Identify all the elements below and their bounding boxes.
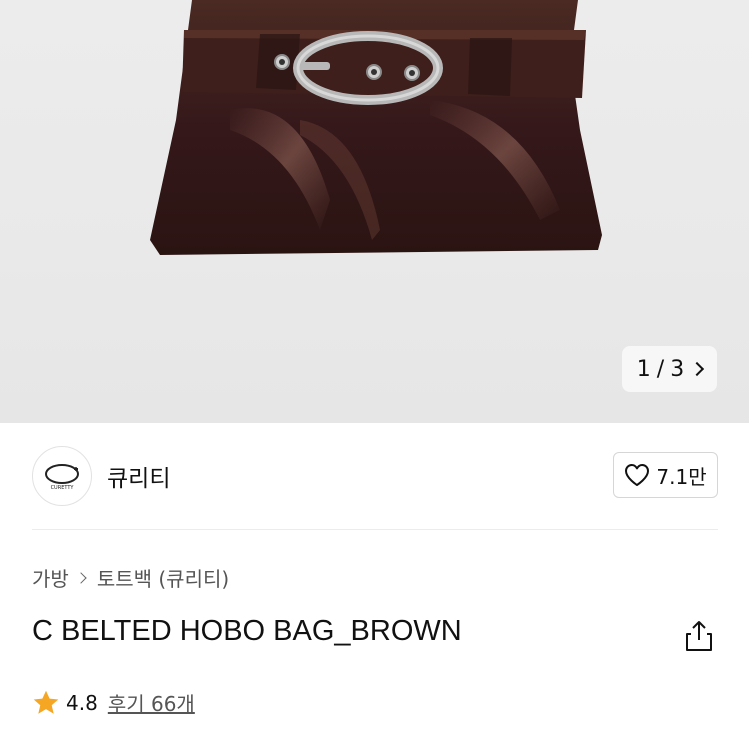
heart-icon — [625, 464, 650, 486]
breadcrumb: 가방 토트백 (큐리티) — [32, 563, 229, 592]
share-icon[interactable] — [684, 619, 714, 653]
image-pager[interactable]: 1 / 3 — [622, 346, 717, 392]
like-count: 7.1만 — [656, 464, 707, 489]
rating-score: 4.8 — [66, 690, 98, 715]
brand-name-link[interactable]: 큐리티 — [107, 459, 170, 493]
pager-current: 1 — [636, 356, 651, 382]
brand-logo-icon: CURETTY — [45, 464, 79, 491]
brand-row: CURETTY 큐리티 7.1만 — [32, 445, 718, 507]
chevron-right-icon — [75, 571, 87, 584]
divider — [32, 529, 718, 530]
pager-separator: / — [656, 356, 665, 382]
svg-text:CURETTY: CURETTY — [51, 485, 75, 491]
rating-row: 4.8 후기 66개 — [32, 688, 195, 717]
product-title: C BELTED HOBO BAG_BROWN — [32, 615, 462, 647]
breadcrumb-category-link[interactable]: 가방 — [32, 563, 69, 592]
reviews-link[interactable]: 후기 66개 — [108, 688, 195, 717]
brand-logo[interactable]: CURETTY — [32, 446, 92, 506]
star-icon — [33, 690, 59, 714]
product-image-gallery[interactable]: 1 / 3 — [0, 0, 749, 423]
chevron-right-icon[interactable] — [690, 361, 705, 377]
breadcrumb-subcategory-link[interactable]: 토트백 (큐리티) — [97, 563, 229, 592]
like-button[interactable]: 7.1만 — [613, 452, 718, 498]
pager-total: 3 — [670, 356, 685, 382]
